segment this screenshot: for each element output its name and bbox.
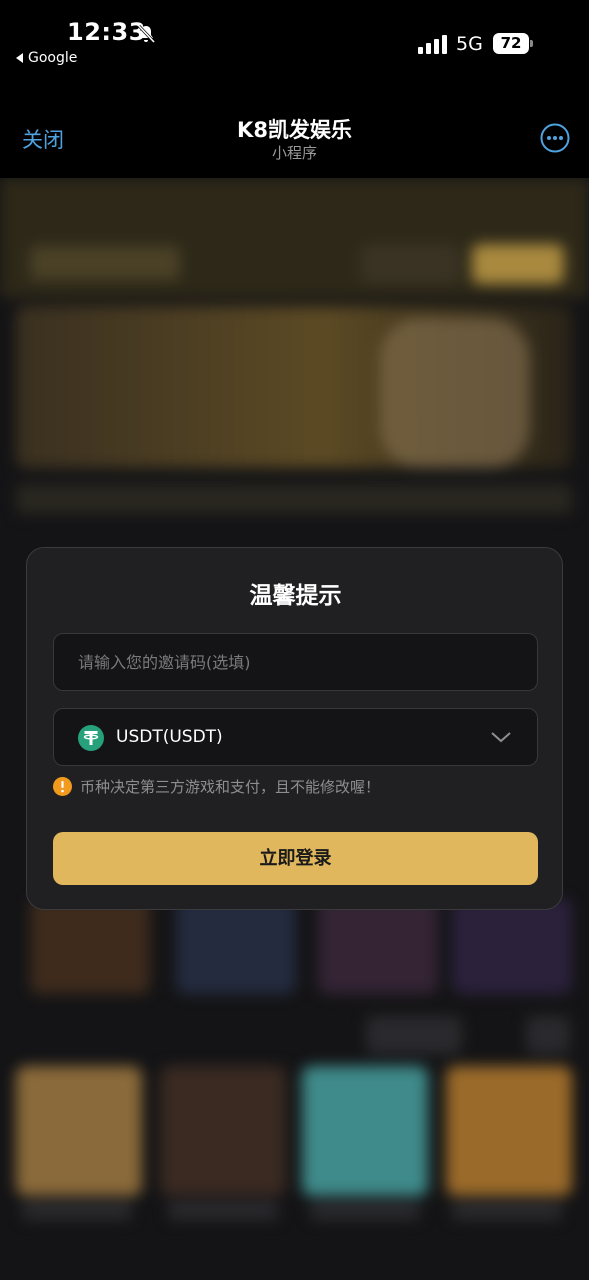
- bg-tile-caption: [22, 1202, 132, 1220]
- bg-button: [360, 244, 460, 284]
- cellular-signal-icon: [418, 35, 447, 54]
- bg-banner-image: [380, 318, 530, 468]
- back-app-label: Google: [28, 50, 78, 66]
- bg-tile-caption: [452, 1202, 562, 1220]
- battery-level: 72: [493, 33, 529, 54]
- invite-code-input[interactable]: [53, 633, 538, 691]
- battery-cap: [530, 40, 533, 47]
- login-button[interactable]: 立即登录: [53, 832, 538, 885]
- bell-muted-icon: [137, 24, 156, 44]
- currency-warning: 币种决定第三方游戏和支付，且不能修改喔！: [53, 776, 380, 797]
- bg-button: [472, 244, 564, 284]
- bg-marquee: [16, 484, 572, 514]
- warning-text: 币种决定第三方游戏和支付，且不能修改喔！: [80, 778, 381, 796]
- bg-game-thumb: [318, 898, 438, 994]
- battery-icon: 72: [493, 33, 533, 54]
- status-bar: 12:33 Google 5G 72: [0, 0, 589, 80]
- usdt-icon: [78, 725, 104, 751]
- page-title: K8凯发娱乐: [237, 118, 352, 142]
- network-type: 5G: [456, 33, 483, 55]
- back-arrow-icon: [16, 53, 23, 63]
- back-to-app-link[interactable]: Google: [16, 50, 77, 66]
- chevron-down-icon: [491, 732, 511, 743]
- bg-game-thumb: [30, 898, 150, 994]
- dialog-title: 温馨提示: [249, 583, 342, 609]
- status-time: 12:33: [67, 18, 146, 46]
- bg-segment: [526, 1016, 570, 1054]
- currency-selected-label: USDT(USDT): [116, 727, 223, 747]
- more-options-icon[interactable]: [540, 123, 570, 153]
- bg-tile-caption: [168, 1202, 278, 1220]
- bg-game-thumb: [452, 898, 572, 994]
- currency-select[interactable]: USDT(USDT): [53, 708, 538, 766]
- warning-icon: [53, 777, 72, 796]
- bg-game-tile: [302, 1066, 428, 1196]
- bg-game-tile: [446, 1066, 572, 1196]
- bg-game-thumb: [176, 898, 296, 994]
- bg-segment: [366, 1016, 462, 1054]
- login-dialog: 温馨提示 USDT(USDT) 币种决定第三方游戏和支付，且不能修改喔！ 立即登…: [26, 547, 563, 910]
- mini-program-nav-bar: 关闭 K8凯发娱乐 小程序: [0, 80, 589, 178]
- bg-tile-caption: [310, 1202, 420, 1220]
- page-subtitle: 小程序: [271, 144, 317, 162]
- bg-game-tile: [160, 1066, 286, 1196]
- bg-logo: [30, 246, 180, 280]
- bg-game-tile: [16, 1066, 142, 1196]
